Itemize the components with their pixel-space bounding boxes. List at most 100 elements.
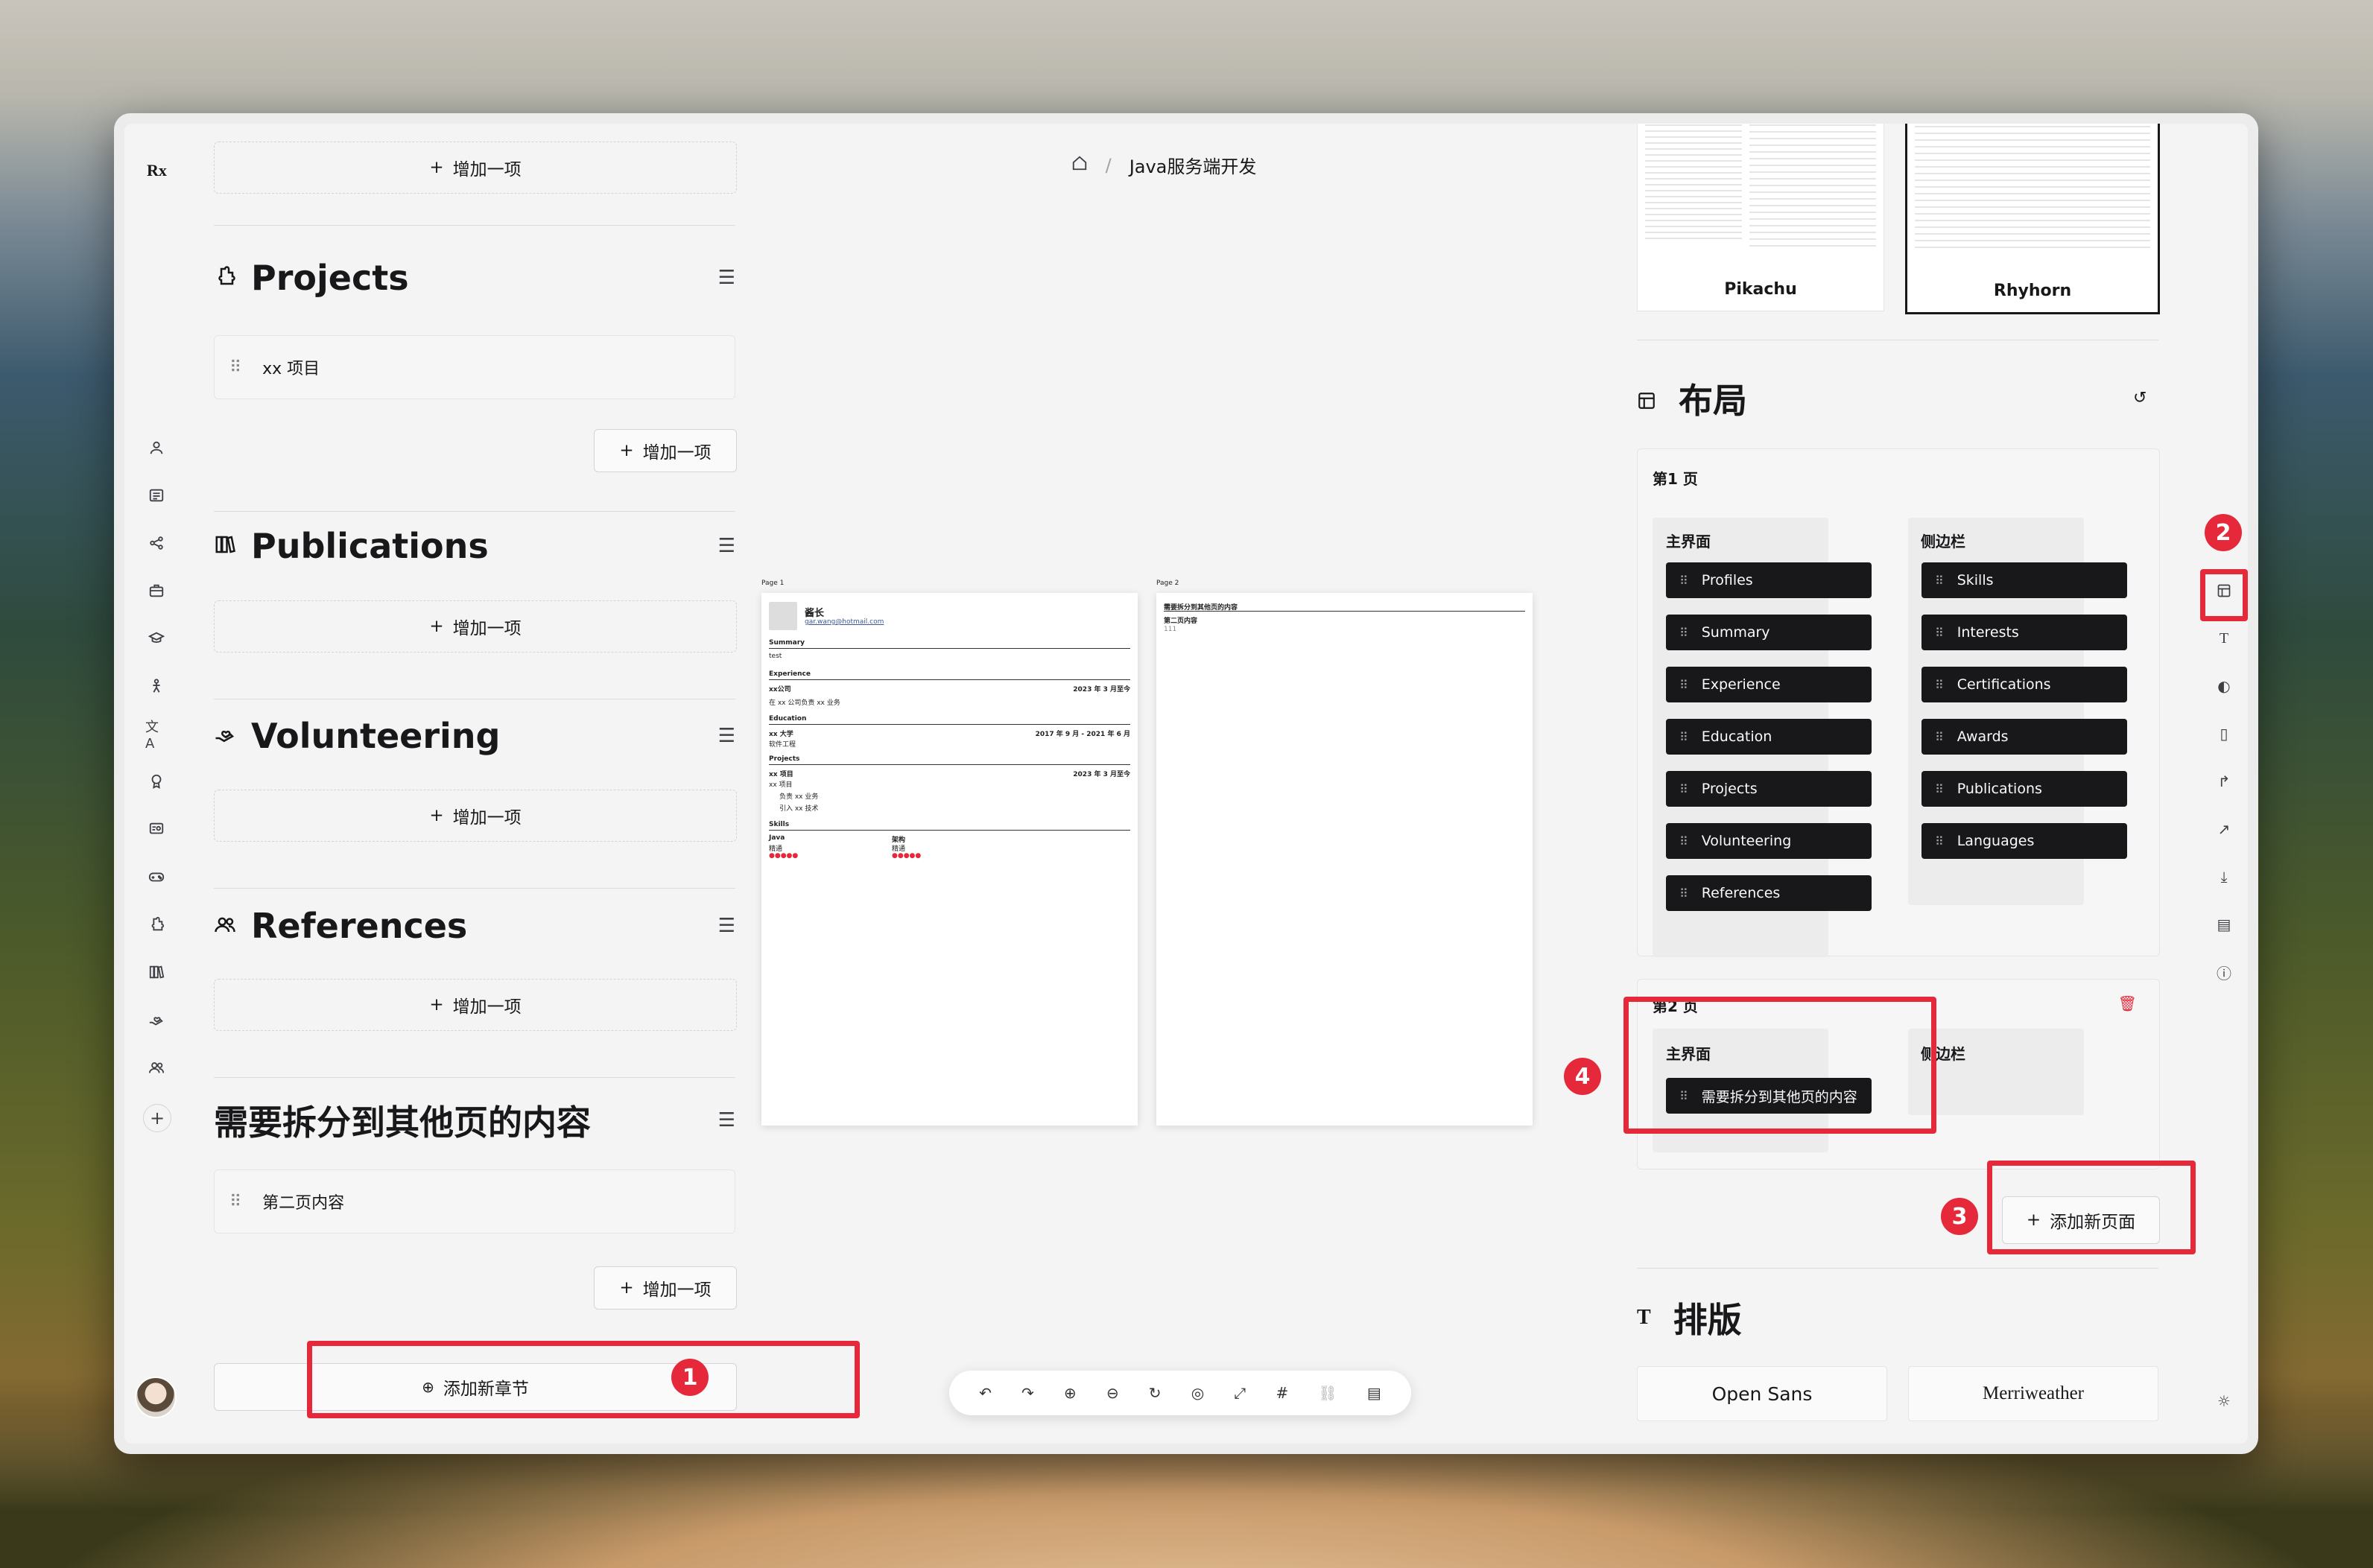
custom-section-header: 需要拆分到其他页的内容 ☰ xyxy=(214,1096,735,1145)
section-menu-icon[interactable]: ☰ xyxy=(718,915,735,937)
typography-header: T 排版 xyxy=(1637,1300,1742,1340)
section-title: Publications xyxy=(251,526,489,566)
page-label: Page 2 xyxy=(1156,580,1179,587)
layout-chip-awards[interactable]: ⠿ Awards xyxy=(1921,719,2127,755)
add-item-button[interactable]: + 增加一项 xyxy=(214,142,737,194)
step-badge: 3 xyxy=(1941,1198,1978,1235)
section-title: Volunteering xyxy=(251,716,501,756)
layout-page-1: 第1 页 主界面 侧边栏 ⠿ Profiles ⠿ Summary ⠿ Experie… xyxy=(1637,448,2160,957)
section-menu-icon[interactable]: ☰ xyxy=(718,725,735,747)
layout-chip-summary[interactable]: ⠿ Summary xyxy=(1666,615,1872,650)
puzzle-icon[interactable] xyxy=(145,913,168,936)
certificate-icon[interactable] xyxy=(145,818,168,840)
layout-chip-experience[interactable]: ⠿ Experience xyxy=(1666,667,1872,702)
step-badge: 1 xyxy=(671,1359,709,1396)
layout-chip-volunteering[interactable]: ⠿ Volunteering xyxy=(1666,823,1872,859)
share-icon[interactable]: ↱ xyxy=(2213,770,2235,793)
plus-icon[interactable]: + xyxy=(143,1104,171,1132)
list-item[interactable]: ⠿ xx 项目 xyxy=(214,335,735,399)
translate-icon[interactable]: 文A xyxy=(145,720,168,752)
pdf-icon[interactable]: ▤ xyxy=(1367,1384,1381,1402)
fullscreen-icon[interactable]: ⤢ xyxy=(1234,1384,1246,1402)
layout-chip-education[interactable]: ⠿ Education xyxy=(1666,719,1872,755)
sun-icon[interactable]: ☼ xyxy=(2213,1390,2235,1412)
template-name: Rhyhorn xyxy=(1993,282,2072,300)
font-option[interactable]: Open Sans xyxy=(1637,1366,1887,1421)
volunteering-header: Volunteering ☰ xyxy=(214,716,735,756)
undo-icon[interactable]: ↶ xyxy=(979,1384,992,1402)
layout-icon xyxy=(1637,378,1656,419)
right-rail: ⚙ T ◐ ▯ ↱ ↗ ⤓ ▤ ⓘ ☼ xyxy=(2200,124,2248,1444)
person-icon[interactable] xyxy=(145,675,168,697)
books-icon[interactable] xyxy=(145,961,168,983)
section-menu-icon[interactable]: ☰ xyxy=(718,535,735,557)
section-menu-icon[interactable]: ☰ xyxy=(718,1109,735,1131)
award-icon[interactable] xyxy=(145,770,168,793)
template-card-selected[interactable]: Rhyhorn xyxy=(1905,124,2160,314)
puzzle-icon xyxy=(214,265,236,291)
layout-chip-languages[interactable]: ⠿ Languages xyxy=(1921,823,2127,859)
stats-icon[interactable]: ↗ xyxy=(2213,818,2235,840)
layout-chip-references[interactable]: ⠿ References xyxy=(1666,875,1872,911)
template-name: Pikachu xyxy=(1724,280,1797,299)
page-icon[interactable]: ▯ xyxy=(2213,723,2235,745)
home-icon[interactable] xyxy=(1071,155,1088,176)
divider xyxy=(214,888,735,889)
user-icon[interactable] xyxy=(145,437,168,459)
app-logo[interactable]: Rx xyxy=(147,161,167,180)
add-item-button[interactable]: + 增加一项 xyxy=(594,1266,737,1310)
hand-heart-icon[interactable] xyxy=(145,1009,168,1031)
layout-chip-certifications[interactable]: ⠿ Certifications xyxy=(1921,667,2127,702)
resume-page-2: 需要拆分到其他页的内容 第二页内容 111 xyxy=(1156,593,1533,1126)
share-icon[interactable] xyxy=(145,532,168,554)
zoom-in-icon[interactable]: ⊕ xyxy=(1064,1384,1077,1402)
avatar[interactable] xyxy=(135,1377,177,1418)
page-break-icon[interactable]: # xyxy=(1276,1384,1288,1402)
info-icon[interactable]: ⓘ xyxy=(2213,961,2235,983)
zoom-out-icon[interactable]: ⊖ xyxy=(1106,1384,1119,1402)
step-badge: 4 xyxy=(1564,1058,1601,1095)
profile-photo xyxy=(769,602,797,630)
publications-header: Publications ☰ xyxy=(214,526,735,566)
typography-icon: T xyxy=(1637,1306,1651,1329)
layout-header: 布局 xyxy=(1637,374,1747,423)
gamepad-icon[interactable] xyxy=(145,866,168,888)
reset-layout-icon[interactable]: ↺ xyxy=(2133,389,2147,407)
redo-icon[interactable]: ↷ xyxy=(1021,1384,1034,1402)
page-label: Page 1 xyxy=(761,580,785,587)
delete-page-icon[interactable]: 🗑 xyxy=(2118,994,2137,1012)
link-icon[interactable]: ⛓ xyxy=(1318,1384,1337,1402)
layout-chip-publications[interactable]: ⠿ Publications xyxy=(1921,771,2127,807)
breadcrumb: / Java服务端开发 xyxy=(758,152,1570,178)
users-icon[interactable] xyxy=(145,1056,168,1079)
typography-icon[interactable]: T xyxy=(2213,627,2235,650)
layout-chip-interests[interactable]: ⠿ Interests xyxy=(1921,615,2127,650)
app-window: Rx 文A + + 增加一项 Projects ☰ ⠿ xx 项目 + 增加一项 Pu… xyxy=(114,113,2258,1454)
left-rail: Rx 文A + xyxy=(124,124,191,1444)
briefcase-icon[interactable] xyxy=(145,580,168,602)
template-card[interactable]: Pikachu xyxy=(1637,124,1884,311)
users-icon xyxy=(214,913,236,939)
layout-chip-skills[interactable]: ⠿ Skills xyxy=(1921,562,2127,598)
section-title: 需要拆分到其他页的内容 xyxy=(214,1102,591,1143)
hand-heart-icon xyxy=(214,723,236,749)
center-icon[interactable]: ◎ xyxy=(1191,1384,1204,1402)
add-item-button[interactable]: + 增加一项 xyxy=(214,790,737,842)
notes-icon[interactable]: ▤ xyxy=(2213,913,2235,936)
resume-page-1: 酱长 gar.wang@hotmail.com Summary test Exp… xyxy=(761,593,1138,1126)
download-icon[interactable]: ⤓ xyxy=(2213,866,2235,888)
summary-icon[interactable] xyxy=(145,484,168,507)
add-item-button[interactable]: + 增加一项 xyxy=(214,600,737,653)
font-option[interactable]: Merriweather xyxy=(1908,1366,2158,1421)
section-title: Projects xyxy=(251,258,409,298)
books-icon xyxy=(214,533,236,559)
theme-icon[interactable]: ◐ xyxy=(2213,675,2235,697)
list-item[interactable]: ⠿ 第二页内容 xyxy=(214,1169,735,1234)
add-item-button[interactable]: + 增加一项 xyxy=(214,979,737,1031)
section-menu-icon[interactable]: ☰ xyxy=(718,267,735,289)
graduation-icon[interactable] xyxy=(145,627,168,650)
add-item-button[interactable]: + 增加一项 xyxy=(594,429,737,472)
layout-chip-projects[interactable]: ⠿ Projects xyxy=(1666,771,1872,807)
reset-zoom-icon[interactable]: ↻ xyxy=(1149,1384,1162,1402)
layout-chip-profiles[interactable]: ⠿ Profiles xyxy=(1666,562,1872,598)
